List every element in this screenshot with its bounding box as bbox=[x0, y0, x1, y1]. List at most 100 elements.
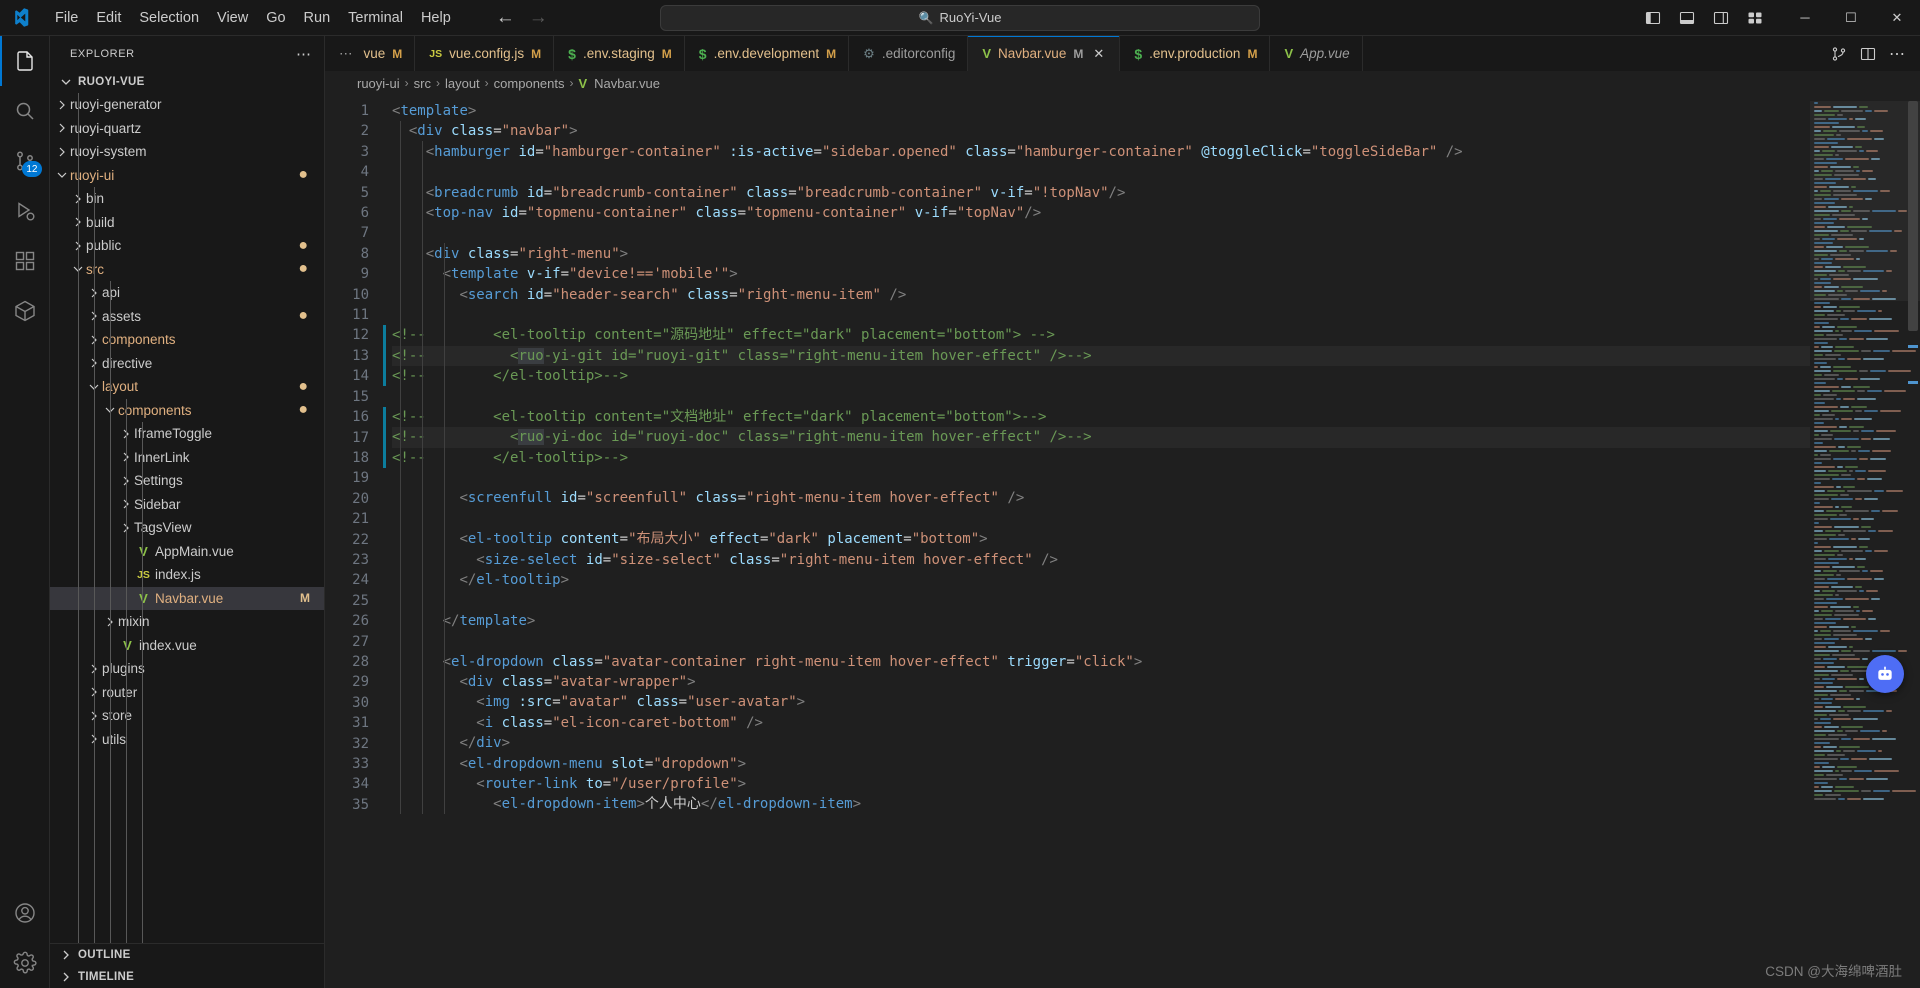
tree-item-plugins[interactable]: plugins bbox=[50, 657, 324, 681]
code-line[interactable]: </div> bbox=[392, 733, 1810, 753]
assistant-widget[interactable] bbox=[1866, 655, 1904, 693]
toggle-primary-sidebar-icon[interactable] bbox=[1638, 5, 1668, 31]
panel-timeline[interactable]: TIMELINE bbox=[50, 966, 324, 988]
minimap[interactable] bbox=[1810, 95, 1920, 988]
tree-item-tagsview[interactable]: TagsView bbox=[50, 516, 324, 540]
code-line[interactable] bbox=[392, 631, 1810, 651]
activity-extensions[interactable] bbox=[0, 236, 50, 286]
code-line[interactable]: <!-- </el-tooltip>--> bbox=[392, 366, 1810, 386]
tree-item-utils[interactable]: utils bbox=[50, 728, 324, 752]
editor-tab-bar[interactable]: ⋯ vue M JS vue.config.js M $ .env.staging M $ .env… bbox=[325, 36, 1920, 71]
tree-item-settings[interactable]: Settings bbox=[50, 469, 324, 493]
editor-tab--editorconfig[interactable]: ⚙ .editorconfig bbox=[849, 36, 969, 71]
breadcrumb-item[interactable]: ruoyi-ui bbox=[357, 76, 400, 91]
editor-tab-vue[interactable]: ⋯ vue M bbox=[325, 36, 416, 71]
code-line[interactable]: <router-link to="/user/profile"> bbox=[392, 774, 1810, 794]
activity-run-debug[interactable] bbox=[0, 186, 50, 236]
menu-terminal[interactable]: Terminal bbox=[339, 6, 412, 30]
code-line[interactable] bbox=[392, 162, 1810, 182]
code-line[interactable]: <img :src="avatar" class="user-avatar"> bbox=[392, 692, 1810, 712]
breadcrumb-item[interactable]: Navbar.vue bbox=[594, 76, 660, 91]
code-line[interactable] bbox=[392, 386, 1810, 406]
tree-item-navbar-vue[interactable]: V Navbar.vue M bbox=[50, 586, 324, 610]
editor-tab-navbar-vue[interactable]: V Navbar.vue M ✕ bbox=[968, 36, 1121, 71]
code-line[interactable]: </template> bbox=[392, 611, 1810, 631]
tree-item-index-vue[interactable]: Vindex.vue bbox=[50, 634, 324, 658]
editor-tab--env-development[interactable]: $ .env.development M bbox=[684, 36, 850, 71]
tree-item-layout[interactable]: layout ● bbox=[50, 375, 324, 399]
editor-tab-vue-config-js[interactable]: JS vue.config.js M bbox=[415, 36, 555, 71]
code-line[interactable]: <template v-if="device!=='mobile'"> bbox=[392, 264, 1810, 284]
arrow-left-icon[interactable]: ← bbox=[496, 8, 515, 27]
split-editor-right-icon[interactable] bbox=[1826, 41, 1852, 67]
code-line[interactable]: <!-- <el-tooltip content="文档地址" effect="… bbox=[392, 407, 1810, 427]
minimize-button[interactable]: ─ bbox=[1782, 0, 1828, 36]
code-line[interactable]: <hamburger id="hamburger-container" :is-… bbox=[392, 142, 1810, 162]
toggle-secondary-sidebar-icon[interactable] bbox=[1706, 5, 1736, 31]
code-line[interactable]: <el-tooltip content="布局大小" effect="dark"… bbox=[392, 529, 1810, 549]
scrollbar-thumb[interactable] bbox=[1908, 101, 1918, 331]
tree-item-bin[interactable]: bin bbox=[50, 187, 324, 211]
tree-item-components[interactable]: components ● bbox=[50, 399, 324, 423]
code-line[interactable]: <template> bbox=[392, 101, 1810, 121]
breadcrumb[interactable]: ruoyi-ui › src › layout › components › V Navbar.v… bbox=[325, 71, 1920, 95]
activity-explorer[interactable] bbox=[0, 36, 50, 86]
menu-help[interactable]: Help bbox=[412, 6, 460, 30]
code-line[interactable]: <!-- </el-tooltip>--> bbox=[392, 448, 1810, 468]
tab-close-icon[interactable]: ✕ bbox=[1090, 46, 1107, 62]
activity-remote-explorer[interactable] bbox=[0, 286, 50, 336]
code-line[interactable]: <div class="right-menu"> bbox=[392, 244, 1810, 264]
code-line[interactable] bbox=[392, 468, 1810, 488]
tree-chevron[interactable] bbox=[54, 97, 70, 113]
customize-layout-icon[interactable] bbox=[1740, 5, 1770, 31]
editor-scrollbar[interactable] bbox=[1906, 95, 1920, 988]
breadcrumb-item[interactable]: layout bbox=[445, 76, 480, 91]
tree-chevron[interactable] bbox=[54, 167, 70, 183]
activity-accounts[interactable] bbox=[0, 888, 50, 938]
tree-item-appmain-vue[interactable]: V AppMain.vue bbox=[50, 540, 324, 564]
tree-item-iframetoggle[interactable]: IframeToggle bbox=[50, 422, 324, 446]
code-line[interactable] bbox=[392, 305, 1810, 325]
breadcrumb-item[interactable]: src bbox=[414, 76, 431, 91]
code-line[interactable]: <size-select id="size-select" class="rig… bbox=[392, 550, 1810, 570]
close-button[interactable]: ✕ bbox=[1874, 0, 1920, 36]
tree-item-innerlink[interactable]: InnerLink bbox=[50, 446, 324, 470]
tree-item-api[interactable]: api bbox=[50, 281, 324, 305]
maximize-button[interactable]: ☐ bbox=[1828, 0, 1874, 36]
panel-outline[interactable]: OUTLINE bbox=[50, 944, 324, 966]
tree-item-ruoyi-system[interactable]: ruoyi-system bbox=[50, 140, 324, 164]
explorer-root-header[interactable]: RUOYI-VUE bbox=[50, 71, 324, 93]
tree-item-directive[interactable]: directive bbox=[50, 352, 324, 376]
code-line[interactable]: <screenfull id="screenfull" class="right… bbox=[392, 488, 1810, 508]
menu-edit[interactable]: Edit bbox=[87, 6, 130, 30]
code-line[interactable]: <el-dropdown class="avatar-container rig… bbox=[392, 652, 1810, 672]
tree-item-ruoyi-ui[interactable]: ruoyi-ui ● bbox=[50, 164, 324, 188]
menu-view[interactable]: View bbox=[208, 6, 257, 30]
arrow-right-icon[interactable]: → bbox=[529, 8, 548, 27]
activity-search[interactable] bbox=[0, 86, 50, 136]
tree-item-router[interactable]: router bbox=[50, 681, 324, 705]
code-line[interactable]: </el-tooltip> bbox=[392, 570, 1810, 590]
tree-item-mixin[interactable]: mixin bbox=[50, 610, 324, 634]
tree-item-components[interactable]: components bbox=[50, 328, 324, 352]
code-line[interactable]: <el-dropdown-menu slot="dropdown"> bbox=[392, 754, 1810, 774]
code-line[interactable]: <el-dropdown-item>个人中心</el-dropdown-item… bbox=[392, 794, 1810, 814]
tree-item-index-js[interactable]: JS index.js bbox=[50, 563, 324, 587]
source-code[interactable]: <template> <div class="navbar"> <hamburg… bbox=[386, 95, 1810, 988]
breadcrumb-item[interactable]: components bbox=[494, 76, 565, 91]
tree-chevron[interactable] bbox=[54, 120, 70, 136]
code-line[interactable]: <search id="header-search" class="right-… bbox=[392, 285, 1810, 305]
tree-item-store[interactable]: store bbox=[50, 704, 324, 728]
code-line[interactable] bbox=[392, 509, 1810, 529]
tree-item-build[interactable]: build bbox=[50, 211, 324, 235]
tree-item-sidebar[interactable]: Sidebar bbox=[50, 493, 324, 517]
code-line[interactable]: <!-- <ruo-yi-doc id="ruoyi-doc" class="r… bbox=[392, 427, 1810, 448]
split-editor-icon[interactable] bbox=[1855, 41, 1881, 67]
code-line[interactable]: <top-nav id="topmenu-container" class="t… bbox=[392, 203, 1810, 223]
editor-tab--env-staging[interactable]: $ .env.staging M bbox=[554, 36, 685, 71]
command-center[interactable]: 🔍 RuoYi-Vue bbox=[660, 4, 1260, 31]
tree-item-src[interactable]: src ● bbox=[50, 258, 324, 282]
file-tree[interactable]: ruoyi-generator ruoyi-quartz ruoyi-system r… bbox=[50, 93, 324, 943]
activity-settings[interactable] bbox=[0, 938, 50, 988]
ellipsis-icon[interactable]: ⋯ bbox=[296, 45, 312, 63]
